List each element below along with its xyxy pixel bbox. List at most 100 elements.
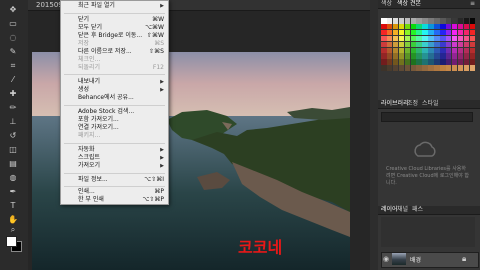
color-swatch[interactable]	[463, 65, 470, 71]
marquee-tool-icon[interactable]: ▭	[8, 20, 18, 28]
color-swatch[interactable]	[440, 35, 446, 42]
color-swatch[interactable]	[410, 41, 416, 48]
color-swatch[interactable]	[434, 41, 440, 48]
menu-item-print[interactable]: 인쇄... ⌘P	[61, 188, 168, 196]
foreground-color-swatch[interactable]	[6, 236, 17, 247]
color-swatch[interactable]	[469, 29, 475, 36]
color-swatch[interactable]	[451, 29, 458, 36]
tab-adjustments[interactable]: 조정	[407, 100, 418, 108]
color-swatch[interactable]	[445, 65, 452, 71]
color-swatch[interactable]	[416, 35, 422, 42]
gradient-tool-icon[interactable]: ▤	[8, 160, 18, 168]
color-swatch[interactable]	[428, 23, 434, 30]
tab-color[interactable]: 색상	[381, 0, 392, 8]
color-swatch[interactable]	[422, 29, 428, 36]
color-swatch[interactable]	[398, 53, 405, 59]
color-swatch[interactable]	[434, 47, 440, 53]
color-swatch[interactable]	[428, 18, 434, 24]
color-swatch[interactable]	[381, 53, 387, 59]
color-swatch[interactable]	[451, 41, 458, 48]
color-swatch[interactable]	[392, 18, 399, 24]
color-swatch[interactable]	[428, 35, 434, 42]
color-swatch[interactable]	[404, 53, 411, 59]
menu-item-place-embedded[interactable]: 포함 가져오기...	[61, 116, 168, 124]
color-swatch[interactable]	[381, 18, 387, 24]
clone-stamp-tool-icon[interactable]: ⊥	[8, 118, 18, 126]
color-swatch[interactable]	[386, 18, 393, 24]
color-swatch[interactable]	[469, 53, 475, 59]
color-swatch[interactable]	[381, 23, 387, 30]
color-swatch[interactable]	[445, 29, 452, 36]
color-swatch[interactable]	[434, 18, 440, 24]
color-swatch[interactable]	[392, 41, 399, 48]
color-swatch[interactable]	[381, 47, 387, 53]
color-swatch[interactable]	[386, 41, 393, 48]
color-swatch[interactable]	[422, 65, 428, 71]
color-swatch[interactable]	[440, 65, 446, 71]
menu-item-check-in[interactable]: 체크인...	[61, 56, 168, 64]
menu-item-export[interactable]: 내보내기 ▶	[61, 78, 168, 86]
menu-item-generate[interactable]: 생성 ▶	[61, 86, 168, 94]
tab-styles[interactable]: 스타일	[422, 100, 439, 108]
color-swatch[interactable]	[445, 53, 452, 59]
color-swatch[interactable]	[445, 47, 452, 53]
color-swatch[interactable]	[416, 47, 422, 53]
color-swatch[interactable]	[457, 23, 464, 30]
tab-paths[interactable]: 패스	[412, 206, 423, 214]
menu-item-place-linked[interactable]: 연결 가져오기...	[61, 124, 168, 132]
color-swatch[interactable]	[457, 29, 464, 36]
color-swatch[interactable]	[434, 35, 440, 42]
color-swatch[interactable]	[410, 18, 416, 24]
color-swatch[interactable]	[434, 53, 440, 59]
color-swatch[interactable]	[381, 59, 387, 65]
color-swatch[interactable]	[398, 65, 405, 71]
color-swatch[interactable]	[392, 59, 399, 65]
color-swatch[interactable]	[398, 35, 405, 42]
color-swatch[interactable]	[428, 65, 434, 71]
menu-item-close-go-bridge[interactable]: 닫은 후 Bridge로 이동... ⇧⌘W	[61, 32, 168, 40]
eraser-tool-icon[interactable]: ◫	[8, 146, 18, 154]
color-swatch[interactable]	[416, 23, 422, 30]
color-swatch[interactable]	[451, 59, 458, 65]
color-swatch[interactable]	[392, 23, 399, 30]
color-swatch[interactable]	[469, 65, 475, 71]
menu-item-print-one-copy[interactable]: 한 부 인쇄 ⌥⇧⌘P	[61, 196, 168, 204]
color-swatch[interactable]	[422, 41, 428, 48]
color-swatch[interactable]	[440, 53, 446, 59]
color-swatch[interactable]	[469, 41, 475, 48]
color-swatch[interactable]	[381, 29, 387, 36]
color-swatch[interactable]	[386, 47, 393, 53]
tab-channels[interactable]: 채널	[397, 206, 408, 214]
color-swatch[interactable]	[398, 41, 405, 48]
color-swatch[interactable]	[457, 47, 464, 53]
color-swatch[interactable]	[457, 53, 464, 59]
color-swatch[interactable]	[404, 59, 411, 65]
color-swatch[interactable]	[416, 65, 422, 71]
hand-tool-icon[interactable]: ✋	[8, 216, 18, 224]
color-swatch[interactable]	[416, 18, 422, 24]
color-swatch[interactable]	[451, 35, 458, 42]
color-swatch[interactable]	[410, 47, 416, 53]
tab-layers[interactable]: 레이어	[381, 206, 398, 214]
color-swatch[interactable]	[398, 23, 405, 30]
color-swatch[interactable]	[428, 59, 434, 65]
color-swatch[interactable]	[463, 35, 470, 42]
color-swatch[interactable]	[410, 23, 416, 30]
color-swatch[interactable]	[463, 53, 470, 59]
color-swatch[interactable]	[422, 47, 428, 53]
color-swatch[interactable]	[398, 47, 405, 53]
color-swatch[interactable]	[457, 41, 464, 48]
color-swatch[interactable]	[469, 35, 475, 42]
color-swatch[interactable]	[469, 23, 475, 30]
color-swatch[interactable]	[463, 23, 470, 30]
color-swatch[interactable]	[463, 47, 470, 53]
color-swatch[interactable]	[392, 29, 399, 36]
color-swatch[interactable]	[386, 23, 393, 30]
color-swatch[interactable]	[386, 65, 393, 71]
color-swatch[interactable]	[434, 59, 440, 65]
blur-tool-icon[interactable]: ◍	[8, 174, 18, 182]
color-swatch[interactable]	[416, 29, 422, 36]
visibility-eye-icon[interactable]: ◉	[383, 255, 389, 263]
color-swatch[interactable]	[398, 18, 405, 24]
color-swatch[interactable]	[463, 41, 470, 48]
